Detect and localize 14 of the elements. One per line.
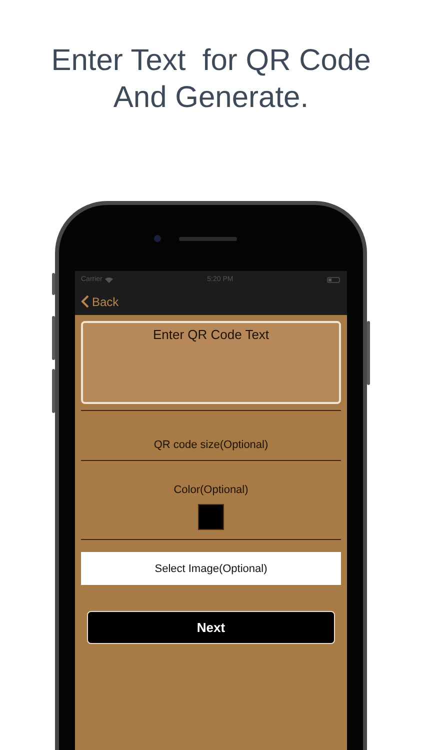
wifi-icon — [105, 276, 114, 282]
color-label: Color(Optional) — [174, 484, 248, 496]
color-swatch[interactable] — [198, 504, 224, 530]
select-image-button[interactable]: Select Image(Optional) — [81, 552, 341, 585]
headline: And Generate. — [113, 80, 309, 116]
battery-icon — [327, 276, 341, 282]
size-label: QR code size(Optional) — [154, 439, 268, 451]
chevron-left-icon — [81, 295, 89, 308]
headline: Enter Text for QR Code — [51, 43, 371, 79]
speaker-icon — [179, 237, 237, 241]
back-button[interactable]: Back — [81, 294, 119, 308]
text-field[interactable]: Enter QR Code Text — [81, 321, 341, 404]
next-button[interactable]: Next — [87, 611, 335, 644]
camera-icon — [154, 235, 161, 242]
